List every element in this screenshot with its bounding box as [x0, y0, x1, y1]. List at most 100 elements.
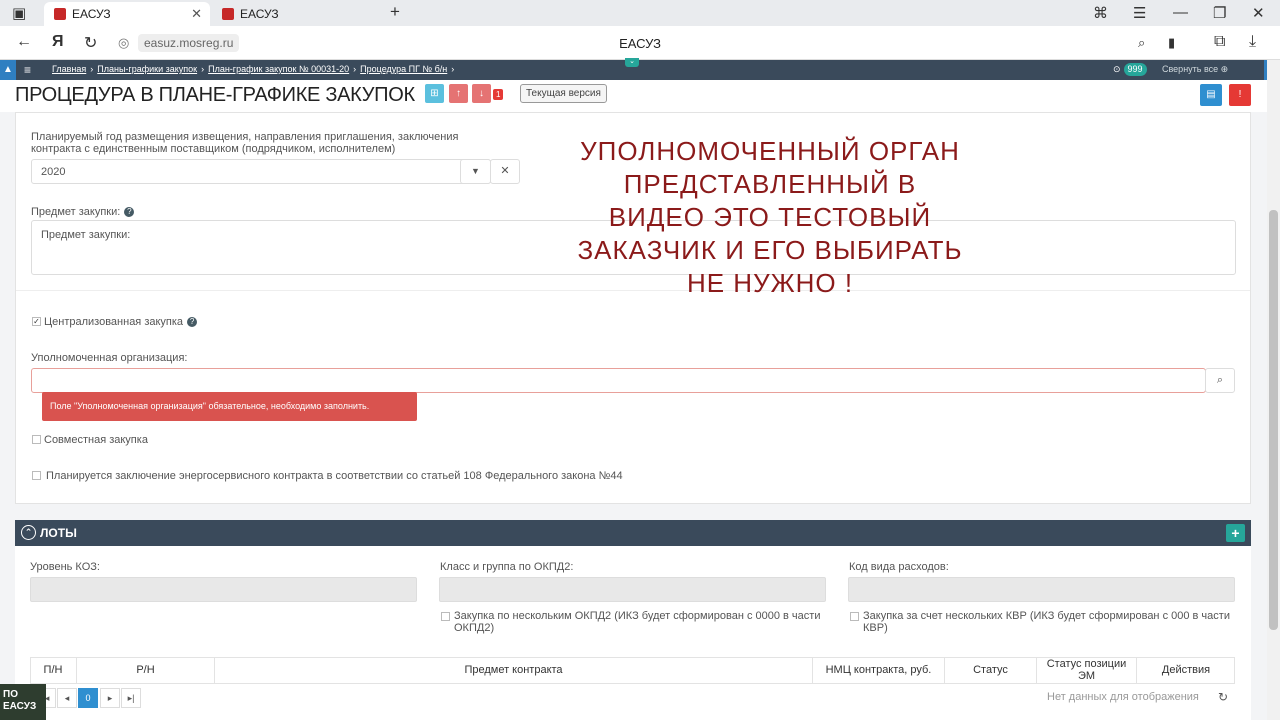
validation-error-tooltip: Поле "Уполномоченная организация" обязат… [42, 392, 417, 421]
column-header[interactable]: Статус позиции ЭМ [1037, 657, 1137, 684]
overlay-line: ЗАКАЗЧИК И ЕГО ВЫБИРАТЬ [577, 235, 963, 265]
new-tab-icon[interactable]: + [390, 2, 400, 22]
okpd-field[interactable] [439, 577, 826, 602]
clock-icon: ⊙ [1113, 64, 1121, 74]
prev-page-icon[interactable]: ◂ [57, 688, 77, 708]
tabs-overview-icon[interactable]: ▣ [12, 4, 26, 22]
joint-label: Совместная закупка [44, 434, 148, 446]
download-icon[interactable]: ⤓ [1249, 33, 1256, 51]
page-header: ПРОЦЕДУРА В ПЛАНЕ-ГРАФИКЕ ЗАКУПОК ⊞ ↑ ↓ … [0, 80, 1267, 112]
address-bar: ← Я ↻ ◎ easuz.mosreg.ru ЕАСУЗ ⌕ ▮ ⧉ ⤓ [0, 26, 1280, 60]
reload-icon[interactable]: ↻ [84, 33, 97, 53]
yandex-icon[interactable]: Я [52, 33, 64, 51]
column-header[interactable]: Статус [945, 657, 1037, 684]
overlay-line: НЕ НУЖНО ! [686, 268, 854, 298]
count-badge: 1 [493, 89, 504, 100]
overlay-line: ВИДЕО ЭТО ТЕСТОВЫЙ [608, 202, 932, 232]
procedure-title: ПРОЦЕДУРА В ПЛАНЕ-ГРАФИКЕ ЗАКУПОК [15, 84, 415, 106]
lots-section-header[interactable]: ⌃ ЛОТЫ + [15, 520, 1251, 546]
overlay-line: УПОЛНОМОЧЕННЫЙ ОРГАН [580, 136, 960, 166]
expense-label: Код вида расходов: [849, 561, 949, 573]
authorized-org-input[interactable] [31, 368, 1206, 393]
breadcrumb: Главная › Планы-графики закупок › План-гра… [52, 64, 455, 74]
add-lot-button[interactable]: + [1226, 524, 1245, 542]
logo-line: ПО [3, 689, 18, 700]
column-header[interactable]: Р/Н [77, 657, 215, 684]
bookmarks-icon[interactable]: ⌘ [1093, 4, 1108, 22]
restore-icon[interactable]: ❐ [1213, 4, 1226, 22]
app-nav-bar: ▲ ≡ Главная › Планы-графики закупок › План… [0, 58, 1280, 80]
year-select[interactable]: 2020 [31, 159, 491, 184]
kvr-multi-checkbox[interactable] [850, 612, 859, 621]
no-data-text: Нет данных для отображения [1047, 691, 1199, 703]
browser-tab-strip: ▣ ЕАСУЗ ✕ ЕАСУЗ + ⌘ ☰ — ❐ ✕ [0, 0, 1280, 26]
current-page[interactable]: 0 [78, 688, 98, 708]
site-info-icon[interactable]: ◎ [118, 35, 129, 51]
current-version-button[interactable]: Текущая версия [520, 84, 607, 103]
collapse-circle-icon[interactable]: ⌃ [21, 525, 36, 540]
search-icon[interactable]: ⌕ [1205, 368, 1235, 393]
breadcrumb-home[interactable]: Главная [52, 64, 86, 74]
subject-label: Предмет закупки:? [31, 206, 135, 218]
last-page-icon[interactable]: ▸| [121, 688, 141, 708]
breadcrumb-procedure[interactable]: Процедура ПГ № б/н [360, 64, 447, 74]
column-header[interactable]: Действия [1137, 657, 1235, 684]
url-field[interactable]: easuz.mosreg.ru [138, 34, 240, 52]
okpd-label: Класс и группа по ОКПД2: [440, 561, 574, 573]
column-header[interactable]: Предмет контракта [215, 657, 813, 684]
browser-tab-active[interactable]: ЕАСУЗ ✕ [44, 2, 210, 26]
help-icon[interactable]: ? [187, 317, 198, 328]
subject-placeholder: Предмет закупки: [41, 229, 131, 241]
close-window-icon[interactable]: ✕ [1252, 4, 1265, 22]
scroll-up-icon[interactable]: ▲ [0, 60, 16, 80]
hamburger-menu-icon[interactable]: ≡ [24, 63, 31, 77]
minimize-icon[interactable]: — [1173, 4, 1188, 21]
scrollbar-thumb[interactable] [1269, 210, 1278, 630]
easuz-logo: ПО ЕАСУЗ [0, 684, 46, 720]
refresh-icon[interactable]: ↻ [1218, 690, 1228, 704]
column-header[interactable]: П/Н [30, 657, 77, 684]
year-dropdown-icon[interactable]: ▼ [460, 159, 491, 184]
structure-button[interactable]: ⊞ [425, 84, 444, 103]
koz-field[interactable] [30, 577, 417, 602]
tab-label: ЕАСУЗ [72, 7, 111, 21]
site-favicon-icon [222, 8, 234, 20]
authorized-org-label: Уполномоченная организация: [31, 352, 188, 364]
clear-year-icon[interactable]: ✕ [490, 159, 520, 184]
back-icon[interactable]: ← [16, 33, 32, 51]
next-page-icon[interactable]: ▸ [100, 688, 120, 708]
bookmark-icon[interactable]: ▮ [1168, 35, 1175, 51]
collections-icon[interactable]: ⧉ [1214, 33, 1225, 51]
help-icon[interactable]: ? [124, 207, 135, 218]
close-tab-icon[interactable]: ✕ [191, 6, 202, 22]
year-value: 2020 [41, 166, 66, 178]
logo-line: ЕАСУЗ [3, 701, 37, 712]
menu-icon[interactable]: ☰ [1133, 4, 1146, 22]
page-scrollbar[interactable] [1267, 60, 1280, 720]
move-down-button[interactable]: ↓ [472, 84, 491, 103]
find-icon[interactable]: ⌕ [1138, 35, 1145, 51]
breadcrumb-plan[interactable]: План-график закупок № 00031-20 [208, 64, 349, 74]
overlay-line: ПРЕДСТАВЛЕННЫЙ В [623, 169, 917, 199]
energy-checkbox[interactable] [32, 471, 41, 480]
expense-field[interactable] [848, 577, 1235, 602]
breadcrumb-plans[interactable]: Планы-графики закупок [97, 64, 197, 74]
column-header[interactable]: НМЦ контракта, руб. [813, 657, 945, 684]
okpd-multi-label: Закупка по нескольким ОКПД2 (ИКЗ будет с… [454, 610, 821, 634]
browser-tab[interactable]: ЕАСУЗ [212, 2, 378, 26]
collapse-all-button[interactable]: Свернуть все ⊕ [1162, 64, 1228, 75]
notification-counter[interactable]: ⊙ 999 [1113, 63, 1147, 76]
year-label: Планируемый год размещения извещения, на… [31, 131, 459, 155]
alert-button[interactable]: ! [1229, 84, 1251, 106]
okpd-multi-checkbox[interactable] [441, 612, 450, 621]
centralized-label-text: Централизованная закупка [44, 316, 184, 328]
save-button[interactable]: ▤ [1200, 84, 1222, 106]
koz-label: Уровень КОЗ: [30, 561, 100, 573]
lots-title: ЛОТЫ [40, 526, 77, 540]
joint-checkbox[interactable] [32, 435, 41, 444]
centralized-label: Централизованная закупка? [44, 316, 198, 328]
expand-chevron-icon[interactable]: ⌄ [625, 58, 639, 67]
move-up-button[interactable]: ↑ [449, 84, 468, 103]
centralized-checkbox[interactable]: ✓ [32, 317, 41, 326]
collapse-all-label: Свернуть все [1162, 64, 1219, 74]
